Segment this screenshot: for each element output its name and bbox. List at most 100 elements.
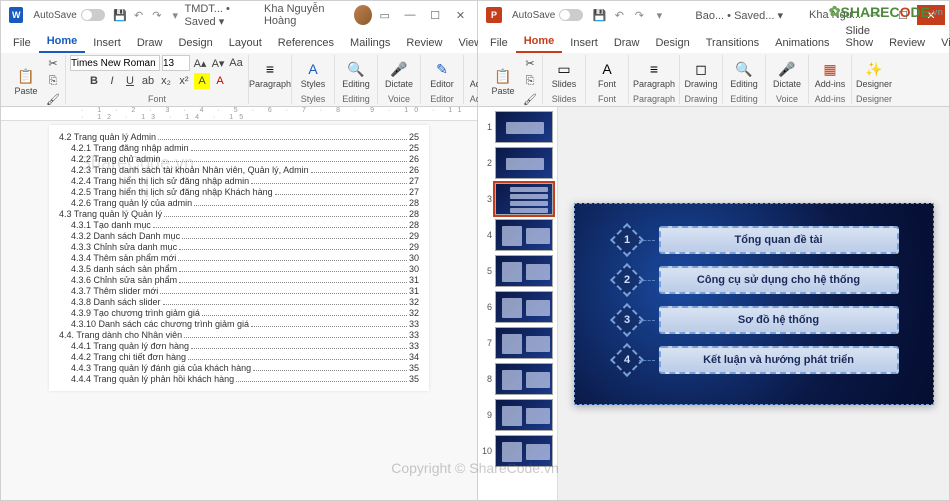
slide-thumb-4[interactable] [495, 219, 553, 251]
editing-button[interactable]: 🔍 Editing [339, 55, 373, 93]
strike-button[interactable]: ab [140, 73, 156, 89]
editor-button[interactable]: ✎ Editor [425, 55, 459, 93]
toc-entry[interactable]: 4.2.5 Trang hiển thị lịch sử đăng nhập K… [59, 187, 419, 197]
toc-entry[interactable]: 4.3.7 Thêm slider mới31 [59, 286, 419, 296]
redo-icon[interactable]: ↷ [150, 7, 164, 23]
slide-thumb-9[interactable] [495, 399, 553, 431]
toc-entry[interactable]: 4.3.9 Tạo chương trình giảm giá32 [59, 308, 419, 318]
tab-file[interactable]: File [482, 33, 516, 53]
format-painter-icon[interactable]: 🖌 [522, 91, 538, 107]
toc-entry[interactable]: 4.2.6 Trang quản lý của admin28 [59, 198, 419, 208]
toc-entry[interactable]: 4.3.10 Danh sách các chương trình giảm g… [59, 319, 419, 329]
document-name[interactable]: TMDT... • Saved ▾ [184, 3, 264, 28]
current-slide[interactable]: 1Tổng quan đề tài2Công cụ sử dụng cho hệ… [574, 203, 934, 405]
change-case-icon[interactable]: Aa [228, 55, 244, 71]
document-page[interactable]: ShareCode.vn 4.2 Trang quản lý Admin254.… [49, 125, 429, 391]
tab-animations[interactable]: Animations [767, 33, 837, 53]
tab-design[interactable]: Design [647, 33, 697, 53]
toc-entry[interactable]: 4.4.4 Trang quản lý phản hồi khách hàng3… [59, 374, 419, 384]
toc-entry[interactable]: 4.4.2 Trang chi tiết đơn hàng34 [59, 352, 419, 362]
dictate-button[interactable]: 🎤Dictate [770, 55, 804, 93]
agenda-item-2[interactable]: 2 [615, 268, 639, 292]
toc-entry[interactable]: 4.2.2 Trang chủ admin26 [59, 154, 419, 164]
toc-entry[interactable]: 4.4.3 Trang quản lý đánh giá của khách h… [59, 363, 419, 373]
slide-editor[interactable]: 1Tổng quan đề tài2Công cụ sử dụng cho hệ… [558, 107, 949, 500]
font-name-combo[interactable] [70, 55, 160, 71]
grow-font-icon[interactable]: A▴ [192, 55, 208, 71]
tab-draw[interactable]: Draw [129, 33, 171, 53]
agenda-bar[interactable]: Sơ đồ hệ thống [659, 306, 899, 334]
paragraph-button[interactable]: ≡Paragraph [637, 55, 671, 93]
designer-button[interactable]: ✨Designer [857, 55, 891, 93]
save-icon[interactable]: 💾 [591, 7, 607, 23]
shrink-font-icon[interactable]: A▾ [210, 55, 226, 71]
editing-button[interactable]: 🔍Editing [727, 55, 761, 93]
bold-button[interactable]: B [86, 73, 102, 89]
paragraph-button[interactable]: ≡ Paragraph [253, 55, 287, 93]
document-name[interactable]: Bao... • Saved... ▾ [695, 9, 783, 22]
toc-entry[interactable]: 4.3.1 Tạo danh mục28 [59, 220, 419, 230]
tab-slide-show[interactable]: Slide Show [838, 21, 882, 53]
toc-entry[interactable]: 4.3.6 Chỉnh sửa sản phẩm31 [59, 275, 419, 285]
tab-review[interactable]: Review [881, 33, 933, 53]
tab-mailings[interactable]: Mailings [342, 33, 398, 53]
ribbon-opts-icon[interactable]: ▭ [372, 5, 397, 25]
toc-entry[interactable]: 4.2.1 Trang đăng nhập admin25 [59, 143, 419, 153]
toc-entry[interactable]: 4.4. Trang dành cho Nhân viên33 [59, 330, 419, 340]
styles-button[interactable]: A Styles [296, 55, 330, 93]
superscript-button[interactable]: x² [176, 73, 192, 89]
copy-icon[interactable]: ⎘ [45, 73, 61, 89]
underline-button[interactable]: U [122, 73, 138, 89]
copy-icon[interactable]: ⎘ [522, 73, 538, 89]
tab-insert[interactable]: Insert [85, 33, 129, 53]
qat-more-icon[interactable]: ▾ [651, 7, 667, 23]
tab-home[interactable]: Home [516, 31, 563, 53]
font-button[interactable]: AFont [590, 55, 624, 93]
cut-icon[interactable]: ✂ [522, 55, 538, 71]
maximize-icon[interactable]: ☐ [423, 5, 448, 25]
format-painter-icon[interactable]: 🖌 [45, 91, 61, 107]
drawing-button[interactable]: ◻Drawing [684, 55, 718, 93]
redo-icon[interactable]: ↷ [631, 7, 647, 23]
tab-draw[interactable]: Draw [606, 33, 648, 53]
slide-thumb-2[interactable] [495, 147, 553, 179]
font-color-icon[interactable]: A [212, 73, 228, 89]
agenda-bar[interactable]: Công cụ sử dụng cho hệ thống [659, 266, 899, 294]
undo-icon[interactable]: ↶ [611, 7, 627, 23]
agenda-item-1[interactable]: 1 [615, 228, 639, 252]
slide-thumb-6[interactable] [495, 291, 553, 323]
close-icon[interactable]: ✕ [448, 5, 473, 25]
qat-more-icon[interactable]: ▾ [168, 7, 182, 23]
highlight-icon[interactable]: A [194, 73, 210, 89]
tab-insert[interactable]: Insert [562, 33, 606, 53]
toc-entry[interactable]: 4.3.2 Danh sách Danh mục29 [59, 231, 419, 241]
agenda-bar[interactable]: Kết luận và hướng phát triển [659, 346, 899, 374]
subscript-button[interactable]: x₂ [158, 73, 174, 89]
slide-thumb-5[interactable] [495, 255, 553, 287]
agenda-item-4[interactable]: 4 [615, 348, 639, 372]
tab-review[interactable]: Review [398, 33, 450, 53]
tab-design[interactable]: Design [170, 33, 220, 53]
agenda-item-3[interactable]: 3 [615, 308, 639, 332]
new-slide-button[interactable]: ▭Slides [547, 55, 581, 93]
tab-home[interactable]: Home [39, 31, 86, 53]
paste-button[interactable]: 📋 Paste [9, 62, 43, 100]
cut-icon[interactable]: ✂ [45, 55, 61, 71]
tab-transitions[interactable]: Transitions [698, 33, 767, 53]
italic-button[interactable]: I [104, 73, 120, 89]
autosave-toggle[interactable]: AutoSave [512, 9, 583, 21]
slide-thumb-3[interactable] [495, 183, 553, 215]
slide-thumb-8[interactable] [495, 363, 553, 395]
toc-entry[interactable]: 4.3.5 danh sách sản phẩm30 [59, 264, 419, 274]
save-icon[interactable]: 💾 [113, 7, 127, 23]
tab-view[interactable]: View [933, 33, 950, 53]
dictate-button[interactable]: 🎤 Dictate [382, 55, 416, 93]
toc-entry[interactable]: 4.3.8 Danh sách slider32 [59, 297, 419, 307]
paste-button[interactable]: 📋 Paste [486, 62, 520, 100]
ruler[interactable]: · 1 · 2 · 3 · 4 · 5 · 6 · 7 · 8 · 9 · 10… [1, 107, 477, 121]
tab-references[interactable]: References [270, 33, 342, 53]
autosave-switch[interactable] [559, 9, 583, 21]
autosave-toggle[interactable]: AutoSave [33, 9, 104, 21]
tab-file[interactable]: File [5, 33, 39, 53]
toc-entry[interactable]: 4.2.3 Trang danh sách tài khoản Nhân viê… [59, 165, 419, 175]
